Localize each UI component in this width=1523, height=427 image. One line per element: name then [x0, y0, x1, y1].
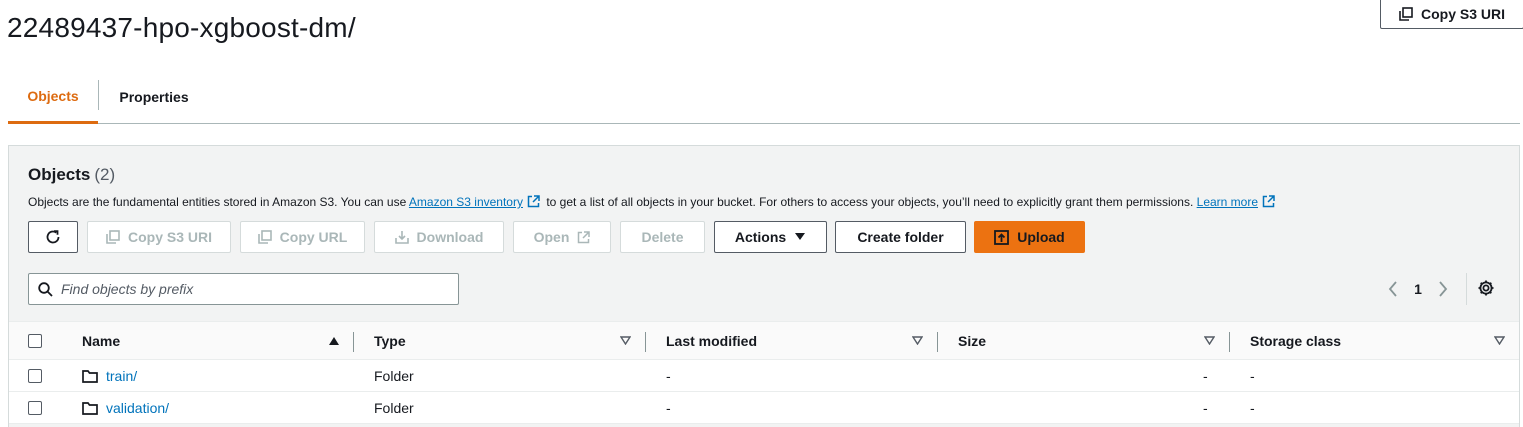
download-label: Download	[416, 229, 484, 245]
sort-icon[interactable]	[912, 322, 923, 359]
type-cell: Folder	[374, 399, 414, 416]
sort-icon[interactable]	[620, 322, 631, 359]
folder-link[interactable]: validation/	[106, 400, 169, 416]
current-page-number[interactable]: 1	[1405, 281, 1431, 297]
learn-more-link[interactable]: Learn more	[1197, 195, 1258, 209]
row-checkbox[interactable]	[28, 368, 42, 383]
column-divider	[645, 332, 646, 352]
copy-s3-uri-toolbar-label: Copy S3 URI	[127, 229, 212, 245]
objects-heading-label: Objects	[28, 165, 91, 184]
sort-icon[interactable]	[1204, 322, 1215, 359]
objects-heading: Objects (2)	[28, 165, 115, 185]
last-modified-cell: -	[666, 399, 671, 416]
column-divider	[937, 332, 938, 352]
column-header-size[interactable]: Size	[958, 322, 986, 359]
download-button[interactable]: Download	[374, 221, 504, 253]
tab-objects[interactable]: Objects	[8, 70, 98, 124]
select-all-checkbox[interactable]	[28, 333, 42, 348]
caret-down-icon	[794, 232, 806, 242]
size-cell: -	[1203, 399, 1208, 416]
create-folder-button[interactable]: Create folder	[835, 221, 966, 253]
name-cell: validation/	[82, 392, 169, 423]
row-checkbox[interactable]	[28, 400, 42, 415]
search-icon	[38, 281, 53, 297]
delete-button[interactable]: Delete	[620, 221, 705, 253]
next-page-icon[interactable]	[1431, 281, 1455, 297]
tab-properties[interactable]: Properties	[98, 70, 210, 123]
sort-ascending-icon[interactable]	[328, 322, 340, 359]
size-cell: -	[1203, 367, 1208, 384]
description-middle: to get a list of all objects in your buc…	[546, 195, 1194, 209]
copy-icon	[1399, 7, 1413, 21]
column-header-type[interactable]: Type	[374, 322, 406, 359]
objects-table: Name Type Last modified Size Storage cla…	[9, 321, 1519, 424]
inventory-link[interactable]: Amazon S3 inventory	[409, 195, 523, 209]
refresh-icon	[45, 229, 61, 245]
column-header-last-modified[interactable]: Last modified	[666, 322, 757, 359]
description-prefix: Objects are the fundamental entities sto…	[28, 195, 407, 209]
external-link-icon	[577, 230, 591, 244]
create-folder-label: Create folder	[857, 229, 944, 245]
type-cell: Folder	[374, 367, 414, 384]
actions-label: Actions	[734, 229, 787, 245]
copy-s3-uri-toolbar-button[interactable]: Copy S3 URI	[87, 221, 231, 253]
previous-page-icon[interactable]	[1381, 281, 1405, 297]
folder-icon	[82, 401, 98, 415]
copy-icon	[257, 230, 272, 244]
search-box	[28, 273, 459, 305]
storage-class-cell: -	[1250, 399, 1255, 416]
table-header: Name Type Last modified Size Storage cla…	[9, 321, 1519, 360]
column-divider	[353, 332, 354, 352]
open-label: Open	[533, 229, 570, 245]
copy-s3-uri-label: Copy S3 URI	[1420, 6, 1505, 22]
name-cell: train/	[82, 360, 137, 391]
search-input[interactable]	[61, 281, 441, 297]
column-divider	[1229, 332, 1230, 352]
upload-button[interactable]: Upload	[974, 221, 1085, 253]
actions-dropdown-button[interactable]: Actions	[714, 221, 827, 253]
upload-icon	[994, 229, 1010, 245]
last-modified-cell: -	[666, 367, 671, 384]
external-link-icon	[1262, 195, 1275, 211]
row-checkbox-cell	[28, 360, 42, 391]
delete-label: Delete	[641, 229, 684, 245]
storage-class-cell: -	[1250, 367, 1255, 384]
page-title: 22489437-hpo-xgboost-dm/	[7, 12, 356, 43]
select-all-checkbox-cell	[28, 322, 42, 359]
objects-count: (2)	[94, 165, 116, 184]
pagination-divider	[1466, 273, 1467, 305]
table-row: validation/ Folder - - -	[9, 392, 1519, 424]
copy-url-button[interactable]: Copy URL	[240, 221, 365, 253]
copy-url-label: Copy URL	[279, 229, 348, 245]
refresh-button[interactable]	[28, 221, 78, 253]
objects-panel: Objects (2) Objects are the fundamental e…	[8, 145, 1520, 427]
folder-link[interactable]: train/	[106, 368, 137, 384]
column-header-name[interactable]: Name	[82, 322, 120, 359]
row-checkbox-cell	[28, 392, 42, 423]
external-link-icon	[527, 195, 540, 211]
copy-s3-uri-button[interactable]: Copy S3 URI	[1380, 0, 1523, 29]
objects-description: Objects are the fundamental entities sto…	[28, 195, 1278, 211]
tab-bar: Objects Properties	[8, 70, 1520, 124]
settings-gear-icon[interactable]	[1477, 279, 1495, 297]
column-header-storage-class[interactable]: Storage class	[1250, 322, 1341, 359]
copy-icon	[106, 230, 120, 244]
sort-icon[interactable]	[1494, 322, 1505, 359]
table-row: train/ Folder - - -	[9, 360, 1519, 392]
pagination: 1	[1381, 276, 1455, 302]
folder-icon	[82, 369, 98, 383]
open-button[interactable]: Open	[513, 221, 611, 253]
download-icon	[394, 230, 409, 244]
upload-label: Upload	[1017, 229, 1065, 245]
